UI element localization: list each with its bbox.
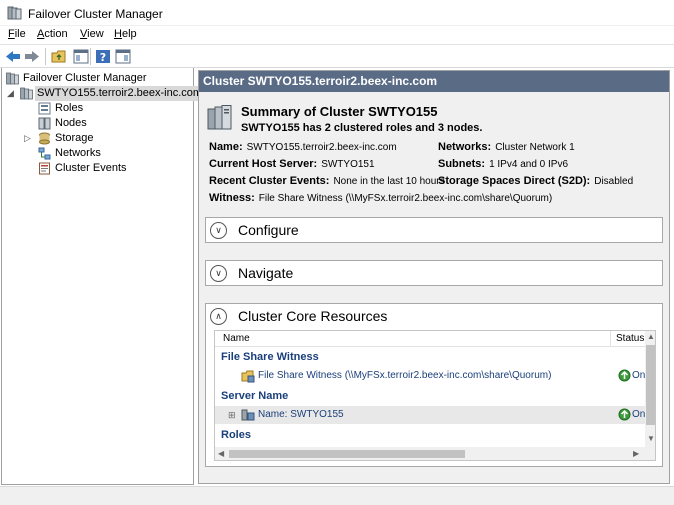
console-tree-icon[interactable] bbox=[72, 48, 90, 65]
window-title: Failover Cluster Manager bbox=[28, 7, 163, 21]
scroll-right-icon[interactable]: ▶ bbox=[633, 449, 639, 458]
witness-resource-name: File Share Witness (\\MyFSx.terroir2.bee… bbox=[258, 370, 552, 381]
content-pane-header: Cluster SWTYO155.terroir2.beex-inc.com bbox=[199, 71, 669, 92]
horizontal-scroll-thumb[interactable] bbox=[229, 450, 465, 458]
tree-cluster-label: SWTYO155.terroir2.beex-inc.com bbox=[35, 86, 205, 101]
content-pane: Cluster SWTYO155.terroir2.beex-inc.com S… bbox=[198, 70, 670, 484]
group-roles: Roles bbox=[221, 429, 251, 441]
field-name: Name: SWTYO155.terroir2.beex-inc.com bbox=[209, 141, 397, 153]
scroll-left-icon[interactable]: ◀ bbox=[218, 449, 224, 458]
cluster-summary-icon bbox=[207, 105, 232, 130]
column-status[interactable]: Status bbox=[616, 333, 644, 344]
menu-action[interactable]: Action bbox=[37, 28, 68, 40]
grid-vertical-scrollbar[interactable]: ▲ ▼ bbox=[645, 331, 655, 447]
tree-cluster-node[interactable]: SWTYO155.terroir2.beex-inc.com bbox=[20, 86, 205, 101]
folder-up-icon[interactable] bbox=[50, 48, 68, 65]
tree-root-label: Failover Cluster Manager bbox=[23, 72, 147, 84]
group-file-share-witness: File Share Witness bbox=[221, 351, 319, 363]
tree-item-label: Roles bbox=[55, 102, 84, 114]
cluster-summary: Summary of Cluster SWTYO155 SWTYO155 has… bbox=[199, 93, 669, 483]
scroll-down-icon[interactable]: ▼ bbox=[647, 434, 655, 443]
toolbar: ? bbox=[0, 44, 674, 68]
section-navigate-title: Navigate bbox=[238, 265, 294, 281]
networks-icon bbox=[38, 147, 51, 160]
cluster-app-icon bbox=[7, 6, 22, 20]
server-resource-name: Name: SWTYO155 bbox=[258, 409, 344, 420]
table-row[interactable]: File Share Witness (\\MyFSx.terroir2.bee… bbox=[215, 367, 648, 385]
forward-arrow-icon[interactable] bbox=[23, 48, 41, 65]
status-bar bbox=[0, 486, 674, 505]
title-bar: Failover Cluster Manager bbox=[0, 0, 674, 26]
roles-icon bbox=[38, 102, 51, 115]
field-current-host: Current Host Server: SWTYO151 bbox=[209, 158, 375, 170]
section-core-title: Cluster Core Resources bbox=[238, 308, 388, 324]
menu-file[interactable]: File bbox=[8, 28, 26, 40]
row-expand-icon[interactable]: ⊞ bbox=[228, 406, 236, 424]
menu-bar: File Action View Help bbox=[0, 26, 674, 44]
grid-horizontal-scrollbar[interactable]: ◀ ▶ bbox=[215, 447, 655, 460]
grid-header: Name Status bbox=[215, 331, 645, 347]
nodes-icon bbox=[38, 117, 51, 130]
field-networks: Networks: Cluster Network 1 bbox=[438, 141, 575, 153]
help-icon[interactable]: ? bbox=[94, 48, 112, 65]
column-name[interactable]: Name bbox=[223, 333, 250, 344]
tree-item-label: Nodes bbox=[55, 117, 87, 129]
core-resources-grid: Name Status File Share Witness File Shar… bbox=[214, 330, 656, 461]
table-row[interactable]: ⊞ Name: SWTYO155 Onl bbox=[215, 406, 648, 424]
back-arrow-icon[interactable] bbox=[4, 48, 22, 65]
section-navigate[interactable]: ∨ Navigate bbox=[205, 260, 663, 286]
field-recent-events: Recent Cluster Events: None in the last 1… bbox=[209, 175, 445, 187]
online-status-icon bbox=[618, 369, 631, 382]
tree-item-label: Storage bbox=[55, 132, 94, 144]
file-share-icon bbox=[241, 370, 255, 383]
svg-text:?: ? bbox=[100, 51, 106, 64]
vertical-scroll-thumb[interactable] bbox=[646, 345, 655, 425]
chevron-down-icon[interactable]: ∨ bbox=[210, 222, 227, 239]
section-configure[interactable]: ∨ Configure bbox=[205, 217, 663, 243]
field-subnets: Subnets: 1 IPv4 and 0 IPv6 bbox=[438, 158, 569, 170]
group-server-name: Server Name bbox=[221, 390, 289, 402]
tree-item-label: Cluster Events bbox=[55, 162, 127, 174]
menu-view[interactable]: View bbox=[80, 28, 104, 40]
tree-item-label: Networks bbox=[55, 147, 101, 159]
summary-subtitle: SWTYO155 has 2 clustered roles and 3 nod… bbox=[241, 122, 483, 134]
action-pane-icon[interactable] bbox=[114, 48, 132, 65]
cluster-icon bbox=[20, 87, 33, 100]
navigation-tree: Failover Cluster Manager ◢ SWTYO155.terr… bbox=[1, 68, 205, 485]
scroll-up-icon[interactable]: ▲ bbox=[647, 332, 655, 341]
tree-root-failover-cluster-manager[interactable]: Failover Cluster Manager bbox=[6, 71, 191, 86]
chevron-up-icon[interactable]: ∧ bbox=[210, 308, 227, 325]
field-s2d: Storage Spaces Direct (S2D): Disabled bbox=[438, 175, 634, 187]
storage-expand-icon[interactable]: ▷ bbox=[24, 134, 33, 143]
server-name-icon bbox=[241, 409, 255, 421]
online-status-icon bbox=[618, 408, 631, 421]
field-witness: Witness: File Share Witness (\\MyFSx.terr… bbox=[209, 192, 553, 204]
cluster-manager-icon bbox=[6, 72, 19, 85]
section-configure-title: Configure bbox=[238, 222, 299, 238]
summary-title: Summary of Cluster SWTYO155 bbox=[241, 104, 438, 119]
menu-help[interactable]: Help bbox=[114, 28, 137, 40]
storage-icon bbox=[39, 132, 50, 145]
cluster-events-icon bbox=[39, 162, 50, 175]
cluster-collapse-icon[interactable]: ◢ bbox=[7, 89, 16, 98]
chevron-down-icon[interactable]: ∨ bbox=[210, 265, 227, 282]
section-cluster-core-resources[interactable]: ∧ Cluster Core Resources Name Status Fil… bbox=[205, 303, 663, 467]
